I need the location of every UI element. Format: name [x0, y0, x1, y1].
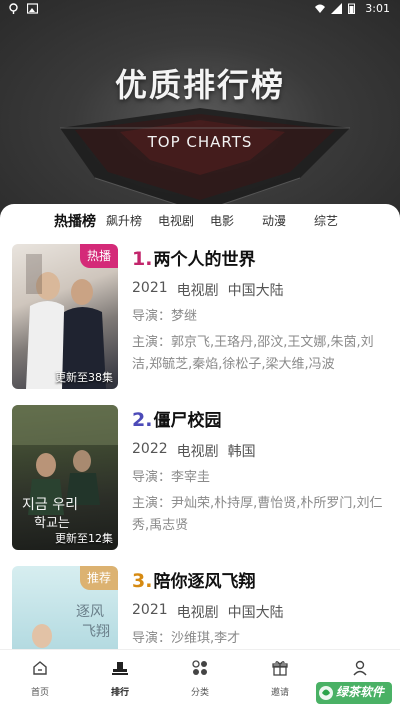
item-title-row[interactable]: 3.陪你逐风飞翔: [132, 568, 390, 594]
nav-ranking[interactable]: 排行: [90, 660, 150, 698]
poster-image[interactable]: 지금 우리 학교는 更新至12集: [12, 405, 118, 550]
status-bar: 3:01: [0, 0, 400, 18]
item-title: 陪你逐风飞翔: [153, 572, 256, 592]
item-region: 中国大陆: [227, 605, 284, 621]
item-type: 电视剧: [176, 605, 219, 621]
svg-text:飞翔: 飞翔: [82, 624, 110, 640]
hero-artwork: [60, 108, 350, 213]
episode-label: 更新至38集: [55, 371, 113, 384]
item-director: 导演：沙维琪,李才: [132, 631, 241, 646]
tab-movie[interactable]: 电影: [210, 212, 234, 229]
nav-label: 排行: [110, 688, 129, 698]
item-title: 两个人的世界: [153, 250, 256, 270]
hero-banner: 3:01 优质排行榜 TOP CHARTS: [0, 0, 400, 222]
tab-anime[interactable]: 动漫: [262, 212, 286, 229]
poster-image[interactable]: 逐风 飞翔 推荐: [12, 566, 118, 649]
hero-title: 优质排行榜: [114, 66, 285, 104]
episode-label: 更新至12集: [55, 532, 113, 545]
nav-label: 首页: [30, 688, 49, 698]
svg-text:逐风: 逐风: [76, 604, 104, 620]
item-year: 2021: [132, 602, 168, 618]
item-title: 僵尸校园: [153, 411, 222, 431]
location-icon: [8, 3, 19, 14]
item-year: 2021: [132, 280, 168, 296]
item-director: 导演：梦继: [132, 309, 198, 324]
svg-text:지금 우리: 지금 우리: [22, 497, 78, 513]
tab-tv[interactable]: 电视剧: [158, 212, 194, 229]
poster-image[interactable]: 热播 更新至38集: [12, 244, 118, 389]
item-year: 2022: [132, 441, 168, 457]
item-info: 3.陪你逐风飞翔 2021 电视剧 中国大陆 导演：沙维琪,李才: [132, 566, 390, 649]
category-tabs: 热播榜 飙升榜 电视剧 电影 动漫 综艺: [0, 204, 400, 238]
nav-label: 分类: [190, 688, 209, 698]
category-icon: [192, 660, 208, 676]
poster-artwork: 지금 우리 학교는: [12, 405, 118, 531]
item-meta: 2021 电视剧 中国大陆: [132, 602, 390, 622]
item-title-row[interactable]: 2.僵尸校园: [132, 407, 390, 433]
ranking-sheet: 热播榜 飙升榜 电视剧 电影 动漫 综艺 热播 更新至38集 1.两个人的世界 …: [0, 204, 400, 649]
nav-invite[interactable]: 邀请: [250, 660, 310, 698]
hero-subtitle: TOP CHARTS: [147, 133, 253, 151]
item-title-row[interactable]: 1.两个人的世界: [132, 246, 390, 272]
item-type: 电视剧: [176, 444, 219, 460]
rank-number: 3.: [132, 570, 153, 592]
item-type: 电视剧: [176, 283, 219, 299]
item-info: 2.僵尸校园 2022 电视剧 韩国 导演：李宰圭 主演：尹灿荣,朴持厚,曹怡贤…: [132, 405, 390, 537]
signal-icon: [331, 3, 343, 14]
battery-icon: [348, 3, 359, 14]
item-meta: 2021 电视剧 中国大陆: [132, 280, 390, 300]
item-region: 韩国: [227, 444, 256, 460]
wifi-icon: [314, 3, 326, 14]
list-item[interactable]: 지금 우리 학교는 更新至12集 2.僵尸校园 2022 电视剧 韩国 导演：李…: [12, 405, 392, 550]
rank-number: 2.: [132, 409, 153, 431]
nav-category[interactable]: 分类: [170, 660, 230, 698]
item-cast: 主演：郭京飞,王珞丹,邵汶,王文娜,朱茵,刘洁,郑毓芝,秦焰,徐松子,梁大维,冯…: [132, 335, 374, 372]
item-director: 导演：李宰圭: [132, 470, 211, 485]
user-icon: [352, 660, 368, 676]
nav-label: 邀请: [270, 688, 289, 698]
svg-text:학교는: 학교는: [34, 516, 70, 531]
watermark-text: 绿茶软件: [336, 685, 385, 699]
status-badge: 热播: [79, 244, 118, 268]
watermark-logo: 绿茶软件: [316, 680, 392, 706]
rank-number: 1.: [132, 248, 153, 270]
tab-rising[interactable]: 飙升榜: [106, 212, 142, 229]
item-cast: 主演：尹灿荣,朴持厚,曹怡贤,朴所罗门,刘仁秀,禹志贤: [132, 496, 383, 533]
item-info: 1.两个人的世界 2021 电视剧 中国大陆 导演：梦继 主演：郭京飞,王珞丹,…: [132, 244, 390, 376]
tab-variety[interactable]: 综艺: [314, 212, 338, 229]
ranking-icon: [112, 660, 128, 676]
status-time: 3:01: [365, 2, 390, 15]
item-region: 中国大陆: [227, 283, 284, 299]
home-icon: [32, 660, 48, 676]
image-icon: [26, 3, 39, 14]
status-badge: 推荐: [79, 566, 118, 590]
list-item[interactable]: 逐风 飞翔 推荐 3.陪你逐风飞翔 2021 电视剧 中国大陆 导演：沙维琪,李…: [12, 566, 392, 649]
list-item[interactable]: 热播 更新至38集 1.两个人的世界 2021 电视剧 中国大陆 导演：梦继 主…: [12, 244, 392, 389]
item-meta: 2022 电视剧 韩国: [132, 441, 390, 461]
tab-hot[interactable]: 热播榜: [54, 211, 96, 231]
nav-home[interactable]: 首页: [10, 660, 70, 698]
gift-icon: [272, 660, 288, 676]
